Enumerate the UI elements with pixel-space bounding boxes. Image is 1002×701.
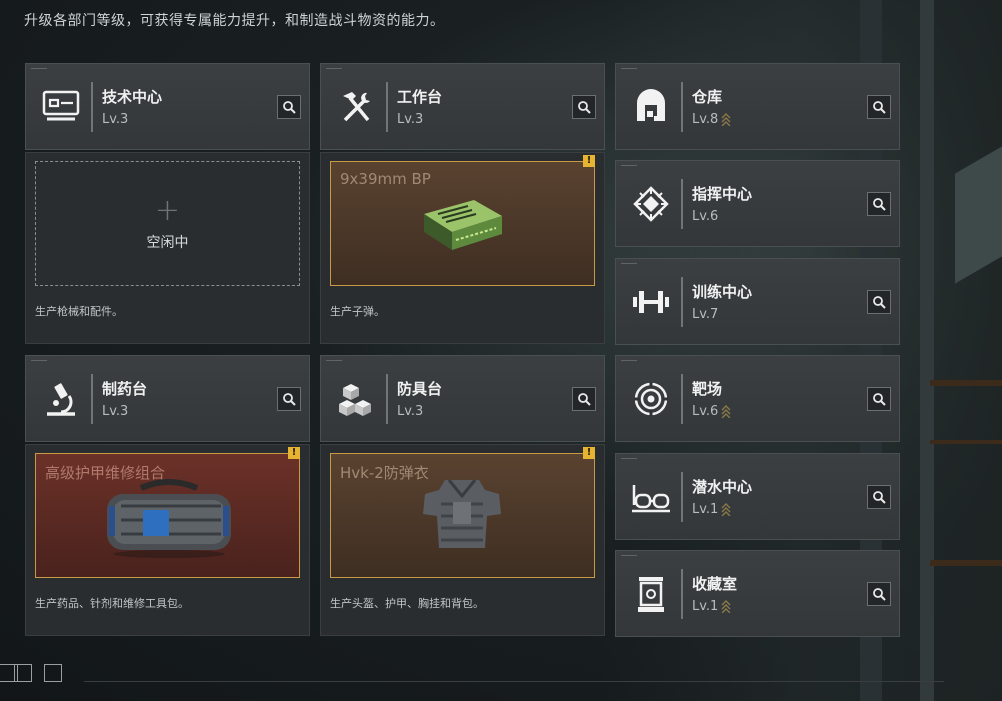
dept-card-tech[interactable]: 技术中心 Lv.3 <box>25 63 310 150</box>
idle-label: 空闲中 <box>146 234 189 251</box>
toolbar-divider <box>84 681 944 682</box>
dept-name: 收藏室 <box>692 575 738 593</box>
search-icon[interactable] <box>867 485 891 509</box>
search-icon[interactable] <box>867 582 891 606</box>
search-icon[interactable] <box>277 387 301 411</box>
production-description: 生产药品、针剂和维修工具包。 <box>35 597 189 610</box>
hammer-wrench-icon <box>331 84 381 130</box>
item-name: Hvk-2防弹衣 <box>340 464 429 482</box>
dept-level: Lv.8 <box>692 112 731 127</box>
production-slot-active[interactable]: 高级护甲维修组合 ! <box>35 447 300 578</box>
plus-icon: + <box>154 192 181 228</box>
dept-card-warehouse[interactable]: 仓库 Lv.8 <box>615 63 900 150</box>
monitor-chip-icon <box>36 84 86 130</box>
search-icon[interactable] <box>867 290 891 314</box>
upgrade-chevron-icon <box>721 405 731 418</box>
production-panel-armory: Hvk-2防弹衣 ! 生产头盔、护甲、胸挂和背包。 <box>320 444 605 636</box>
search-icon[interactable] <box>572 95 596 119</box>
dept-level: Lv.3 <box>102 112 129 127</box>
search-icon[interactable] <box>572 387 596 411</box>
diving-goggles-icon <box>626 474 676 520</box>
dept-card-command[interactable]: 指挥中心 Lv.6 <box>615 160 900 247</box>
dept-name: 潜水中心 <box>692 478 753 496</box>
dept-level: Lv.7 <box>692 307 719 322</box>
dept-name: 工作台 <box>397 88 443 106</box>
production-slot-active[interactable]: Hvk-2防弹衣 ! <box>330 447 595 578</box>
production-slot-empty[interactable]: + 空闲中 <box>35 161 300 286</box>
microscope-icon <box>36 376 86 422</box>
command-emblem-icon <box>626 181 676 227</box>
search-icon[interactable] <box>867 95 891 119</box>
dept-card-training[interactable]: 训练中心 Lv.7 <box>615 258 900 345</box>
upgrade-chevron-icon <box>721 113 731 126</box>
dept-card-pharmacy[interactable]: 制药台 Lv.3 <box>25 355 310 442</box>
item-name: 9x39mm BP <box>340 170 431 188</box>
repair-kit-bag-image <box>107 479 231 558</box>
upgrade-chevron-icon <box>721 503 731 516</box>
dept-name: 靶场 <box>692 380 723 398</box>
search-icon[interactable] <box>867 192 891 216</box>
dept-level: Lv.1 <box>692 502 731 517</box>
dept-level: Lv.1 <box>692 599 731 614</box>
production-panel-tech: + 空闲中 生产枪械和配件。 <box>25 152 310 344</box>
display-case-icon <box>626 571 676 617</box>
dept-name: 防具台 <box>397 380 443 398</box>
dept-name: 训练中心 <box>692 283 753 301</box>
target-icon <box>626 376 676 422</box>
production-description: 生产子弹。 <box>330 305 385 318</box>
dept-level: Lv.6 <box>692 404 731 419</box>
dept-level: Lv.6 <box>692 209 719 224</box>
body-armor-image <box>423 479 501 548</box>
alert-badge: ! <box>288 447 300 459</box>
warehouse-icon <box>626 84 676 130</box>
bottom-toolbar <box>0 655 1002 701</box>
search-icon[interactable] <box>277 95 301 119</box>
dept-card-collection[interactable]: 收藏室 Lv.1 <box>615 550 900 637</box>
alert-badge: ! <box>583 447 595 459</box>
dept-level: Lv.3 <box>397 404 424 419</box>
cubes-icon <box>331 376 381 422</box>
dept-card-armory[interactable]: 防具台 Lv.3 <box>320 355 605 442</box>
production-description: 生产头盔、护甲、胸挂和背包。 <box>330 597 484 610</box>
upgrade-chevron-icon <box>721 600 731 613</box>
production-panel-pharmacy: 高级护甲维修组合 ! 生产药品、针剂和维修工具包。 <box>25 444 310 636</box>
search-icon[interactable] <box>867 387 891 411</box>
production-slot-active[interactable]: 9x39mm BP ! <box>330 155 595 286</box>
dept-name: 制药台 <box>102 380 148 398</box>
production-description: 生产枪械和配件。 <box>35 305 123 318</box>
dept-name: 指挥中心 <box>692 185 753 203</box>
ammo-box-image <box>424 200 502 250</box>
dept-name: 仓库 <box>692 88 723 106</box>
dept-level: Lv.3 <box>102 404 129 419</box>
toolbar-icon[interactable] <box>44 664 62 682</box>
page-headline: 升级各部门等级，可获得专属能力提升，和制造战斗物资的能力。 <box>24 13 445 29</box>
dept-level: Lv.3 <box>397 112 424 127</box>
production-panel-workbench: 9x39mm BP ! 生产子弹。 <box>320 152 605 344</box>
alert-badge: ! <box>583 155 595 167</box>
dept-card-diving[interactable]: 潜水中心 Lv.1 <box>615 453 900 540</box>
dumbbell-icon <box>626 279 676 325</box>
dept-card-range[interactable]: 靶场 Lv.6 <box>615 355 900 442</box>
toolbar-icon[interactable] <box>14 664 32 682</box>
dept-name: 技术中心 <box>102 88 163 106</box>
dept-card-workbench[interactable]: 工作台 Lv.3 <box>320 63 605 150</box>
